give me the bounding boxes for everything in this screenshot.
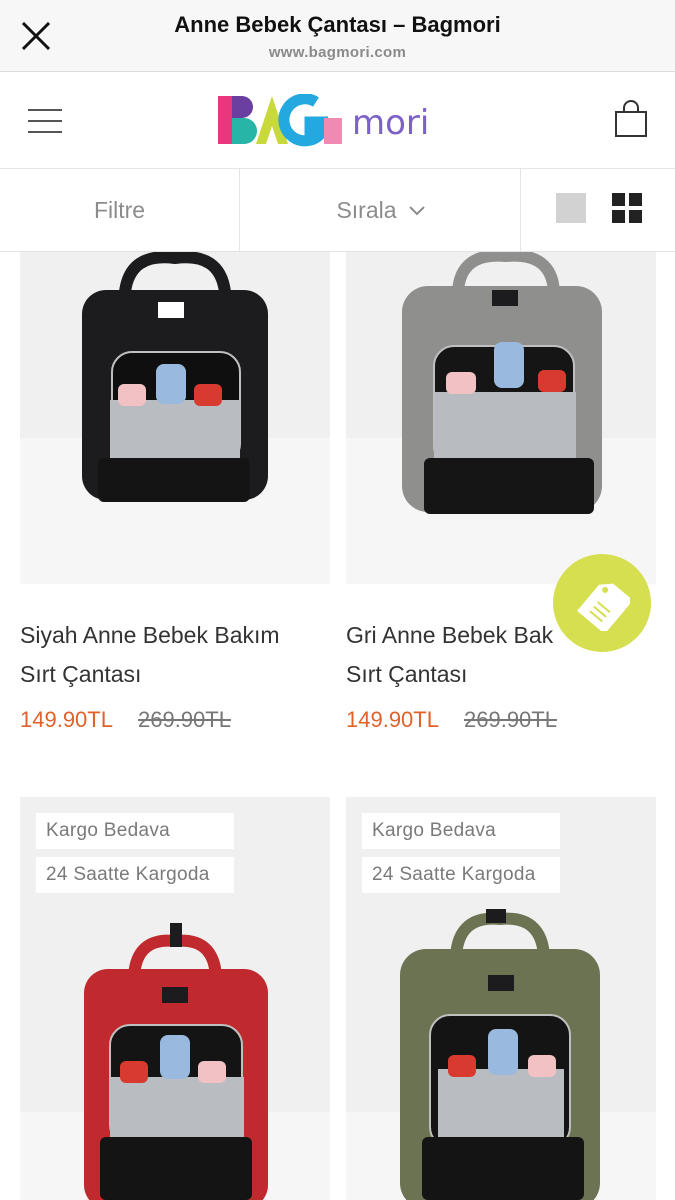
product-name[interactable]: Gri Anne Bebek Bakım Sırt Çantası: [346, 616, 553, 694]
product-name-line: Sırt Çantası: [20, 661, 142, 687]
sort-label: Sırala: [336, 197, 397, 223]
single-view-icon[interactable]: [556, 193, 586, 223]
tag-button[interactable]: [553, 554, 651, 652]
free-shipping-badge: Kargo Bedava: [362, 813, 560, 849]
product-old-price: 269.90TL: [464, 707, 557, 732]
browser-bar: Anne Bebek Çantası – Bagmori www.bagmori…: [0, 0, 675, 72]
page-title: Anne Bebek Çantası – Bagmori: [174, 12, 501, 37]
filter-button[interactable]: Filtre: [0, 169, 240, 252]
page-url: www.bagmori.com: [268, 44, 407, 61]
site-header: mori: [0, 72, 675, 169]
product-name[interactable]: Siyah Anne Bebek Bakım Sırt Çantası: [20, 616, 280, 694]
price-tag-icon: [577, 583, 630, 631]
product-price: 149.90TL: [346, 707, 439, 732]
chevron-down-icon: [408, 205, 425, 215]
bagmori-logo[interactable]: mori: [216, 94, 466, 148]
fast-shipping-badge: 24 Saatte Kargoda: [36, 857, 234, 893]
product-old-price: 269.90TL: [138, 707, 231, 732]
shopping-bag-icon[interactable]: [614, 100, 648, 138]
fast-shipping-badge: 24 Saatte Kargoda: [362, 857, 560, 893]
backpack-image-black: [82, 252, 268, 502]
product-name-line: Gri Anne Bebek Bakım: [346, 622, 553, 648]
product-image[interactable]: [20, 252, 330, 584]
view-toggle: [522, 169, 675, 252]
product-name-line: Sırt Çantası: [346, 661, 468, 687]
free-shipping-badge: Kargo Bedava: [36, 813, 234, 849]
filter-label: Filtre: [93, 197, 146, 223]
backpack-image-gray: [402, 252, 602, 514]
sort-button[interactable]: Sırala: [241, 169, 521, 252]
hamburger-menu-icon[interactable]: [28, 108, 62, 134]
product-price: 149.90TL: [20, 707, 113, 732]
product-name-line: Siyah Anne Bebek Bakım: [20, 622, 280, 648]
grid-view-icon[interactable]: [612, 193, 642, 223]
product-image[interactable]: [346, 252, 656, 584]
logo-text: mori: [352, 103, 429, 143]
